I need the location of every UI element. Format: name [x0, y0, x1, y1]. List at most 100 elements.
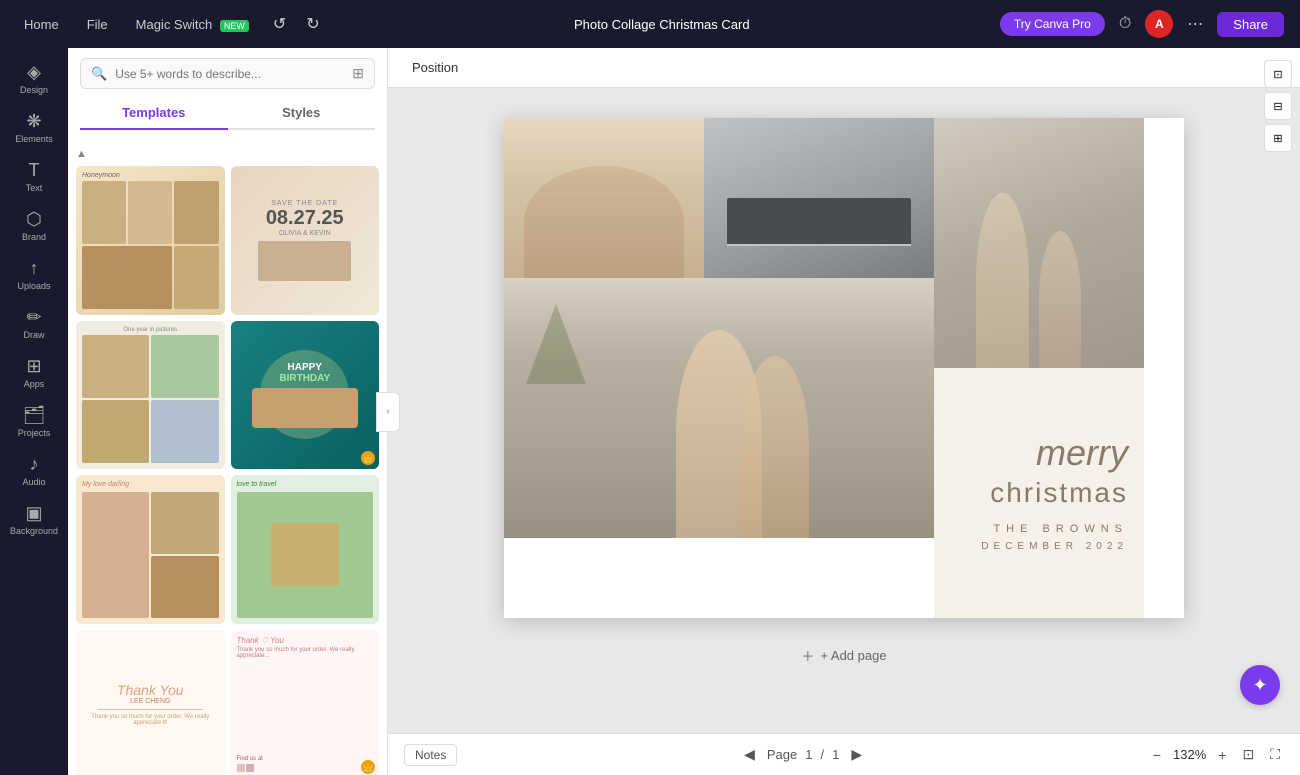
canvas-toolbar: Position — [388, 48, 1300, 88]
brand-icon: ⬡ — [26, 209, 42, 230]
template-item[interactable]: HAPPY BIRTHDAY 👑 — [231, 321, 380, 470]
template-item[interactable]: Thank You LEE CHENG Thank you so much fo… — [76, 630, 225, 775]
sidebar-item-design[interactable]: ◈ Design — [4, 56, 64, 101]
sidebar-item-elements[interactable]: ❋ Elements — [4, 105, 64, 150]
more-button[interactable]: ⋯ — [1183, 10, 1207, 38]
christmas-text: christmas — [950, 477, 1128, 509]
sidebar-item-projects[interactable]: 🗂 Projects — [4, 399, 64, 444]
tab-templates[interactable]: Templates — [80, 97, 228, 130]
premium-badge: 👑 — [361, 451, 375, 465]
redo-button[interactable]: ↻ — [302, 10, 323, 38]
photo-grid-left — [504, 118, 934, 618]
icon-sidebar: ◈ Design ❋ Elements T Text ⬡ Brand ↑ Upl… — [0, 48, 68, 775]
template-item[interactable]: My love darling — [76, 475, 225, 624]
notes-button[interactable]: Notes — [404, 744, 457, 766]
prev-page-button[interactable]: ◀ — [740, 742, 759, 767]
photo-right-top — [934, 118, 1144, 368]
main-layout: ◈ Design ❋ Elements T Text ⬡ Brand ↑ Upl… — [0, 48, 1300, 775]
page-separator: / — [820, 747, 824, 762]
projects-icon: 🗂 — [23, 405, 46, 426]
template-item[interactable]: Thank ♡ You Thank you so much for your o… — [231, 630, 380, 775]
tab-styles[interactable]: Styles — [228, 97, 376, 130]
panel-tabs: Templates Styles — [80, 97, 375, 130]
zoom-in-button[interactable]: + — [1214, 743, 1230, 767]
avatar: A — [1145, 10, 1173, 38]
photo-piano — [704, 118, 934, 278]
home-button[interactable]: Home — [16, 13, 67, 36]
sidebar-item-draw[interactable]: ✏ Draw — [4, 301, 64, 346]
magic-switch-badge: NEW — [220, 20, 249, 32]
card-canvas: merry christmas THE BROWNS DECEMBER 2022 — [504, 118, 1184, 618]
bottom-left: Notes — [404, 744, 457, 766]
design-title: Photo Collage Christmas Card — [574, 17, 750, 32]
template-item[interactable]: love to travel — [231, 475, 380, 624]
canvas-area: Position ⊡ ⊟ ⊞ — [388, 48, 1300, 775]
sidebar-item-brand[interactable]: ⬡ Brand — [4, 203, 64, 248]
plus-icon: ＋ — [801, 646, 814, 665]
merry-text: merry — [950, 435, 1128, 471]
page-indicator: ◀ Page 1 / 1 ▶ — [740, 742, 866, 767]
file-button[interactable]: File — [79, 13, 116, 36]
template-grid: Honeymoon SAVE THE DAT — [76, 166, 379, 775]
bottom-right: − 132% + ⊡ ⛶ — [1149, 742, 1284, 767]
right-column: merry christmas THE BROWNS DECEMBER 2022 — [934, 118, 1144, 618]
photo-christmas-tree — [504, 278, 934, 538]
canvas-side-actions: ⊡ ⊟ ⊞ — [1264, 88, 1292, 152]
search-input[interactable] — [115, 67, 344, 81]
undo-button[interactable]: ↺ — [269, 10, 290, 38]
zoom-level: 132% — [1173, 747, 1206, 762]
search-icon: 🔍 — [91, 66, 107, 82]
search-bar: 🔍 ⊞ — [80, 58, 375, 89]
search-settings-button[interactable]: ⊞ — [352, 65, 364, 82]
top-bar-right: Try Canva Pro ⏱ A ⋯ Share — [1000, 10, 1284, 38]
try-pro-button[interactable]: Try Canva Pro — [1000, 12, 1105, 36]
top-bar: Home File Magic Switch NEW ↺ ↻ Photo Col… — [0, 0, 1300, 48]
sidebar-item-apps[interactable]: ⊞ Apps — [4, 350, 64, 395]
page-total: 1 — [832, 747, 839, 762]
apps-icon: ⊞ — [26, 356, 41, 377]
elements-icon: ❋ — [26, 111, 41, 132]
zoom-out-button[interactable]: − — [1149, 743, 1165, 767]
panel-header: 🔍 ⊞ Templates Styles — [68, 48, 387, 136]
next-page-button[interactable]: ▶ — [847, 742, 866, 767]
canvas-pages: merry christmas THE BROWNS DECEMBER 2022… — [504, 118, 1184, 677]
canvas-action-3[interactable]: ⊞ — [1264, 124, 1292, 152]
timer-button[interactable]: ⏱ — [1115, 11, 1135, 37]
date-text: DECEMBER 2022 — [950, 541, 1128, 552]
templates-panel: 🔍 ⊞ Templates Styles ▲ Honeymoo — [68, 48, 388, 775]
canva-assistant-button[interactable]: ✦ — [1240, 665, 1280, 705]
photo-family-sitting — [504, 118, 704, 278]
panel-wrapper: 🔍 ⊞ Templates Styles ▲ Honeymoo — [68, 48, 388, 775]
canvas-scroll[interactable]: ⊡ ⊟ ⊞ — [388, 88, 1300, 733]
top-bar-left: Home File Magic Switch NEW ↺ ↻ — [16, 10, 324, 38]
fit-screen-button[interactable]: ⊡ — [1238, 742, 1258, 767]
template-item[interactable]: Honeymoon — [76, 166, 225, 315]
page-label: Page — [767, 747, 797, 762]
card-text-area: merry christmas THE BROWNS DECEMBER 2022 — [934, 368, 1144, 618]
uploads-icon: ↑ — [30, 258, 39, 279]
share-button[interactable]: Share — [1217, 12, 1284, 37]
sidebar-item-audio[interactable]: ♪ Audio — [4, 448, 64, 493]
template-grid-container: ▲ Honeymoon — [68, 136, 387, 775]
page-current: 1 — [805, 747, 812, 762]
sidebar-item-background[interactable]: ▣ Background — [4, 497, 64, 542]
position-button[interactable]: Position — [404, 56, 466, 79]
sidebar-item-text[interactable]: T Text — [4, 154, 64, 199]
hide-panel-button[interactable]: ‹ — [376, 392, 400, 432]
audio-icon: ♪ — [30, 454, 39, 475]
text-icon: T — [29, 160, 40, 181]
sidebar-item-uploads[interactable]: ↑ Uploads — [4, 252, 64, 297]
background-icon: ▣ — [25, 503, 42, 524]
fullscreen-button[interactable]: ⛶ — [1266, 742, 1284, 767]
draw-icon: ✏ — [26, 307, 41, 328]
add-page-bar[interactable]: ＋ + Add page — [789, 634, 898, 677]
family-name: THE BROWNS — [950, 523, 1128, 535]
bottom-toolbar: Notes ◀ Page 1 / 1 ▶ − 132% + ⊡ ⛶ — [388, 733, 1300, 775]
magic-switch-button[interactable]: Magic Switch NEW — [128, 13, 257, 36]
premium-badge: 👑 — [361, 760, 375, 774]
design-icon: ◈ — [27, 62, 41, 83]
canvas-action-2[interactable]: ⊟ — [1264, 92, 1292, 120]
panel-section-header: ▲ — [76, 144, 379, 166]
template-item[interactable]: One year in pictures — [76, 321, 225, 470]
template-item[interactable]: SAVE THE DATE 08.27.25 OLIVIA & KEVIN — [231, 166, 380, 315]
